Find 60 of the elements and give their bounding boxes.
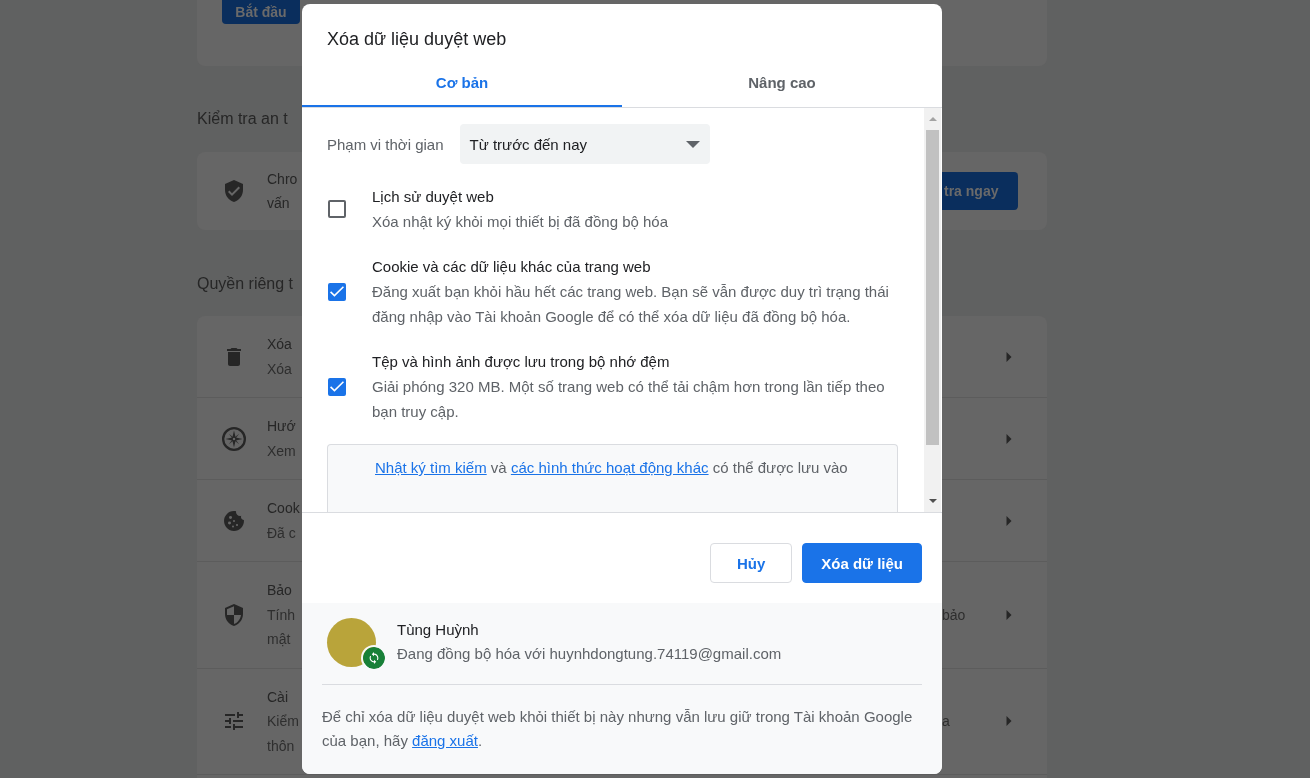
avatar-placeholder	[327, 618, 376, 667]
start-button[interactable]: Bắt đầu	[222, 0, 300, 24]
dialog-title: Xóa dữ liệu duyệt web	[326, 28, 508, 50]
option-description: Xóa nhật ký khỏi mọi thiết bị đã đồng bộ hóa	[372, 212, 670, 232]
row-title: Hướ	[267, 417, 296, 436]
activity-note: Nhật ký tìm kiếm và các hình thức hoạt động khác có thể được lưu vào	[375, 458, 848, 478]
cookie-icon	[224, 510, 244, 531]
option-description: Giải phóng 320 MB. Một số trang web có thể tải chậm hơn trong lần tiếp theo bạn truy cập.	[372, 377, 886, 422]
scroll-down-icon[interactable]	[928, 499, 937, 503]
card-text: Chro	[267, 170, 298, 189]
row-description: Tính	[267, 605, 295, 625]
clear-data-button[interactable]: Xóa dữ liệu	[802, 543, 922, 583]
chevron-right-icon	[1006, 716, 1012, 727]
trash-icon	[227, 347, 241, 366]
row-title: Cài	[267, 687, 288, 707]
section-heading: Quyền riêng t	[197, 274, 294, 294]
sign-out-link[interactable]: đăng xuất	[412, 732, 478, 749]
scrollbar-track[interactable]	[924, 108, 941, 512]
sync-note: Để chỉ xóa dữ liệu duyệt web khỏi thiết bị này nhưng vẫn lưu giữ trong Tài khoản Google của bạn, hãy đăng xuất.	[322, 707, 914, 751]
activity-link[interactable]: Nhật ký tìm kiếm	[375, 459, 487, 476]
row-description: Đã c	[267, 523, 296, 543]
card-text: vấn	[267, 194, 290, 213]
option-title: Tệp và hình ảnh được lưu trong bộ nhớ đệm	[372, 352, 671, 372]
checkmark-icon	[330, 381, 344, 392]
row-description: mật	[267, 630, 291, 649]
shield-icon	[225, 603, 243, 626]
row-title: Bảo	[267, 581, 292, 600]
option-title: Lịch sử duyệt web	[372, 187, 495, 207]
shield-check-icon	[225, 180, 243, 202]
time-range-dropdown[interactable]: Từ trước đến nay	[459, 124, 710, 164]
row-description: a	[942, 712, 950, 731]
checkbox[interactable]	[328, 200, 346, 218]
row-description: bảo	[942, 605, 966, 625]
checkbox[interactable]	[328, 377, 346, 396]
time-range-label: Phạm vi thời gian	[327, 135, 444, 153]
activity-link[interactable]: các hình thức hoạt động khác	[510, 459, 709, 476]
row-description: Xóa	[267, 359, 292, 379]
option-description: Đăng xuất bạn khỏi hầu hết các trang web. Bạn sẽ vẫn được duy trì trạng thái đăng nhập vào Tài khoản Google để có thể xóa dữ liệu đã đồng bộ hóa.	[372, 282, 890, 327]
cancel-button[interactable]: Hủy	[709, 543, 793, 583]
row-description: thôn	[267, 736, 295, 756]
row-title: Cook	[267, 499, 300, 518]
chevron-right-icon	[1006, 351, 1012, 362]
row-title: Xóa	[267, 335, 292, 354]
chevron-right-icon	[1006, 515, 1012, 526]
row-description: Kiểm	[267, 712, 299, 731]
sync-status: Đang đồng bộ hóa với huynhdongtung.74119@gmail.com	[397, 644, 782, 664]
account-name: Tùng Huỳnh	[397, 620, 480, 640]
compass-icon	[222, 426, 246, 451]
section-heading: Kiểm tra an t	[197, 109, 288, 129]
caret-icon	[685, 140, 700, 148]
option-title: Cookie và các dữ liệu khác của trang web	[372, 257, 652, 277]
sliders-icon	[225, 712, 243, 731]
checkbox[interactable]	[328, 282, 346, 301]
check-now-button[interactable]: tra ngay	[942, 172, 1019, 210]
sync-icon	[363, 647, 385, 669]
chevron-right-icon	[1006, 433, 1012, 444]
checkmark-icon	[330, 286, 344, 297]
row-description: Xem	[267, 441, 296, 461]
chevron-right-icon	[1006, 609, 1012, 620]
scrollbar-thumb[interactable]	[926, 130, 939, 445]
